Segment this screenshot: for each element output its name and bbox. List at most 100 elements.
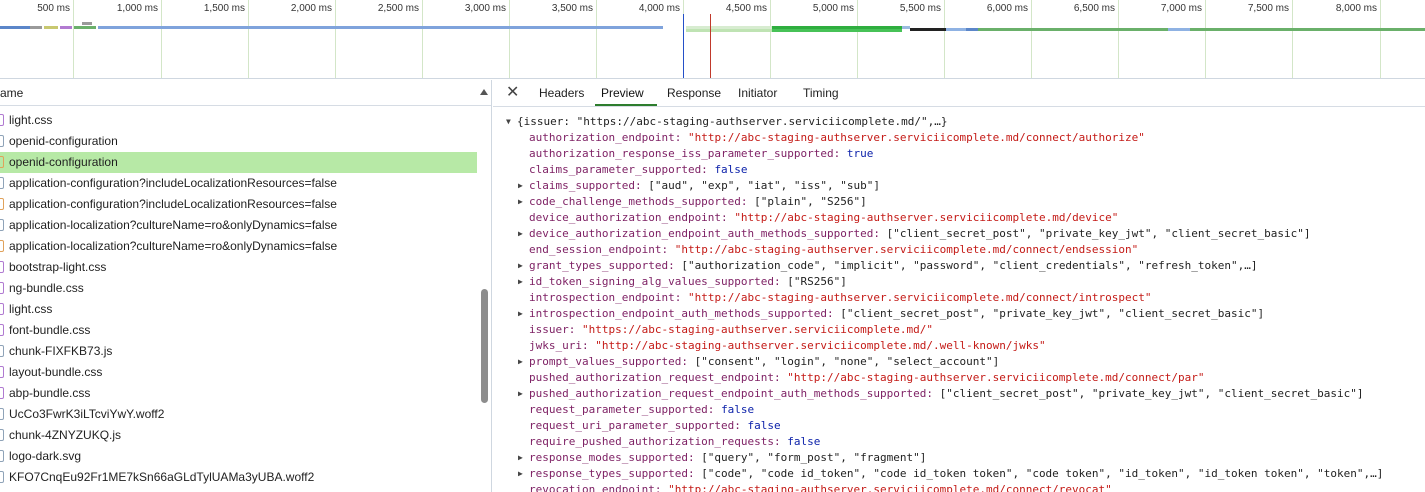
timeline-tick-label: 1,500 ms bbox=[203, 3, 245, 14]
sort-ascending-icon[interactable] bbox=[480, 89, 488, 95]
json-property-line: end_session_endpoint: "http://abc-stagin… bbox=[493, 242, 1425, 258]
tab-preview[interactable]: Preview bbox=[601, 86, 644, 100]
json-property-line[interactable]: ▶ response_modes_supported: ["query", "fo… bbox=[493, 450, 1425, 466]
expanded-triangle-icon[interactable]: ▼ bbox=[506, 114, 511, 130]
timeline-tick-label: 1,000 ms bbox=[116, 3, 158, 14]
resource-type-icon bbox=[0, 387, 4, 399]
json-value: ["client_secret_post", "private_key_jwt"… bbox=[840, 307, 1265, 320]
request-row[interactable]: openid-configuration bbox=[0, 131, 477, 152]
timeline-request-bar bbox=[98, 26, 663, 29]
collapsed-triangle-icon[interactable]: ▶ bbox=[518, 258, 523, 274]
json-value: false bbox=[721, 403, 755, 416]
collapsed-triangle-icon[interactable]: ▶ bbox=[518, 450, 523, 466]
timeline-request-bar bbox=[0, 26, 30, 29]
request-row[interactable]: abp-bundle.css bbox=[0, 383, 477, 404]
json-key: introspection_endpoint: bbox=[529, 291, 688, 304]
json-property-line[interactable]: ▶ introspection_endpoint_auth_methods_sup… bbox=[493, 306, 1425, 322]
network-timeline-overview[interactable]: 500 ms 1,000 ms 1,500 ms 2,000 ms 2,500 ms 3,… bbox=[0, 0, 1425, 79]
timeline-request-bar bbox=[74, 26, 96, 29]
request-details-panel: ✕ Headers Preview Response Initiator Timing … bbox=[493, 80, 1425, 492]
timeline-gridline bbox=[1031, 0, 1032, 78]
request-row[interactable]: UcCo3FwrK3iLTcviYwY.woff2 bbox=[0, 404, 477, 425]
request-row[interactable]: light.css bbox=[0, 110, 477, 131]
json-value: "http://abc-staging-authserver.serviciic… bbox=[687, 291, 1152, 304]
request-row[interactable]: application-localization?cultureName=ro&… bbox=[0, 236, 477, 257]
json-value: "http://abc-staging-authserver.serviciic… bbox=[787, 371, 1205, 384]
collapsed-triangle-icon[interactable]: ▶ bbox=[518, 274, 523, 290]
collapsed-triangle-icon[interactable]: ▶ bbox=[518, 354, 523, 370]
json-value: ["code", "code id_token", "code id_token… bbox=[701, 467, 1384, 480]
json-key: prompt_values_supported: bbox=[529, 355, 695, 368]
request-row[interactable]: chunk-4ZNYZUKQ.js bbox=[0, 425, 477, 446]
request-row[interactable]: chunk-FIXFKB73.js bbox=[0, 341, 477, 362]
json-property-line[interactable]: ▶ pushed_authorization_request_endpoint_a… bbox=[493, 386, 1425, 402]
request-row[interactable]: layout-bundle.css bbox=[0, 362, 477, 383]
json-value: "http://abc-staging-authserver.serviciic… bbox=[595, 339, 1046, 352]
request-row[interactable]: openid-configuration bbox=[0, 152, 477, 173]
json-property-line[interactable]: ▶ code_challenge_methods_supported: ["pla… bbox=[493, 194, 1425, 210]
request-row[interactable]: application-configuration?includeLocaliz… bbox=[0, 194, 477, 215]
json-property-line: claims_parameter_supported: false bbox=[493, 162, 1425, 178]
json-key: authorization_endpoint: bbox=[529, 131, 688, 144]
timeline-gridline bbox=[1380, 0, 1381, 78]
request-list-scrollbar[interactable] bbox=[481, 289, 488, 403]
json-key: device_authorization_endpoint_auth_metho… bbox=[529, 227, 887, 240]
collapsed-triangle-icon[interactable]: ▶ bbox=[518, 466, 523, 482]
timeline-request-bar bbox=[82, 22, 92, 25]
request-name: abp-bundle.css bbox=[9, 386, 91, 400]
request-row[interactable]: light.css bbox=[0, 299, 477, 320]
name-column-header[interactable]: ame bbox=[0, 80, 491, 106]
json-value: ["authorization_code", "implicit", "pass… bbox=[681, 259, 1258, 272]
timeline-gridline bbox=[161, 0, 162, 78]
timeline-request-bar bbox=[910, 28, 946, 31]
json-key: end_session_endpoint: bbox=[529, 243, 675, 256]
request-row[interactable]: bootstrap-light.css bbox=[0, 257, 477, 278]
json-property-line[interactable]: ▶ grant_types_supported: ["authorization_… bbox=[493, 258, 1425, 274]
json-property-line[interactable]: ▶ response_types_supported: ["code", "cod… bbox=[493, 466, 1425, 482]
request-row[interactable]: font-bundle.css bbox=[0, 320, 477, 341]
json-key: device_authorization_endpoint: bbox=[529, 211, 735, 224]
json-property-line[interactable]: ▶ claims_supported: ["aud", "exp", "iat",… bbox=[493, 178, 1425, 194]
request-row[interactable]: ng-bundle.css bbox=[0, 278, 477, 299]
request-name: ng-bundle.css bbox=[9, 281, 84, 295]
request-name-panel: ame light.css openid-configuration openid-… bbox=[0, 80, 492, 492]
timeline-gridline bbox=[509, 0, 510, 78]
collapsed-triangle-icon[interactable]: ▶ bbox=[518, 194, 523, 210]
request-name: application-configuration?includeLocaliz… bbox=[9, 176, 337, 190]
request-name: light.css bbox=[9, 113, 53, 127]
resource-type-icon bbox=[0, 240, 4, 252]
tab-headers[interactable]: Headers bbox=[539, 86, 584, 100]
request-name: bootstrap-light.css bbox=[9, 260, 107, 274]
collapsed-triangle-icon[interactable]: ▶ bbox=[518, 306, 523, 322]
timeline-request-bar bbox=[772, 29, 902, 32]
request-row[interactable]: KFO7CnqEu92Fr1ME7kSn66aGLdTylUAMa3yUBA.w… bbox=[0, 467, 477, 488]
collapsed-triangle-icon[interactable]: ▶ bbox=[518, 226, 523, 242]
request-name: UcCo3FwrK3iLTcviYwY.woff2 bbox=[9, 407, 165, 421]
close-icon[interactable]: ✕ bbox=[506, 82, 519, 102]
json-property-line[interactable]: ▶ prompt_values_supported: ["consent", "l… bbox=[493, 354, 1425, 370]
timeline-request-bar bbox=[978, 28, 1168, 31]
collapsed-triangle-icon[interactable]: ▶ bbox=[518, 178, 523, 194]
json-value: ["query", "form_post", "fragment"] bbox=[701, 451, 927, 464]
resource-type-icon bbox=[0, 408, 4, 420]
json-value: false bbox=[787, 435, 821, 448]
resource-type-icon bbox=[0, 366, 4, 378]
tab-initiator[interactable]: Initiator bbox=[738, 86, 777, 100]
request-row[interactable]: application-localization?cultureName=ro&… bbox=[0, 215, 477, 236]
json-key: claims_supported: bbox=[529, 179, 649, 192]
timeline-request-bar bbox=[60, 26, 72, 29]
json-key: response_types_supported: bbox=[529, 467, 702, 480]
json-property-line[interactable]: ▶ id_token_signing_alg_values_supported: … bbox=[493, 274, 1425, 290]
resource-type-icon bbox=[0, 156, 4, 168]
collapsed-triangle-icon[interactable]: ▶ bbox=[518, 386, 523, 402]
json-property-line[interactable]: ▼ {issuer: "https://abc-staging-authserve… bbox=[493, 114, 1425, 130]
json-key: introspection_endpoint_auth_methods_supp… bbox=[529, 307, 841, 320]
json-property-line: revocation_endpoint: "http://abc-staging… bbox=[493, 482, 1425, 492]
request-list: light.css openid-configuration openid-conf… bbox=[0, 110, 477, 488]
tab-timing[interactable]: Timing bbox=[803, 86, 839, 100]
request-row[interactable]: application-configuration?includeLocaliz… bbox=[0, 173, 477, 194]
tab-response[interactable]: Response bbox=[667, 86, 721, 100]
json-property-line[interactable]: ▶ device_authorization_endpoint_auth_meth… bbox=[493, 226, 1425, 242]
timeline-gridline bbox=[335, 0, 336, 78]
request-row[interactable]: logo-dark.svg bbox=[0, 446, 477, 467]
